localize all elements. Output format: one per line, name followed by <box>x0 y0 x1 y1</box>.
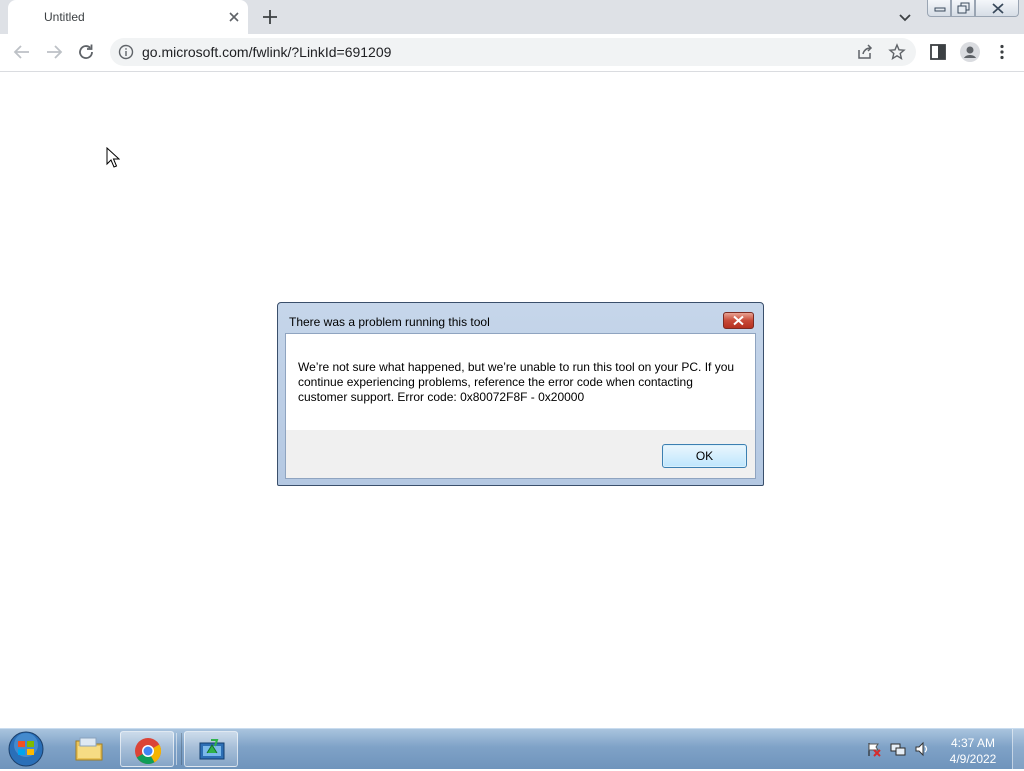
side-panel-icon[interactable] <box>926 40 950 64</box>
address-bar[interactable]: go.microsoft.com/fwlink/?LinkId=691209 <box>110 38 916 66</box>
chrome-taskbar-item[interactable] <box>120 731 174 767</box>
dialog-close-button[interactable] <box>723 312 754 329</box>
media-creation-tool-icon <box>199 739 225 760</box>
error-dialog: There was a problem running this tool We… <box>277 302 764 486</box>
clock-time: 4:37 AM <box>950 736 996 750</box>
ok-button[interactable]: OK <box>662 444 747 468</box>
taskbar: 4:37 AM 4/9/2022 <box>0 728 1024 769</box>
more-vertical-icon[interactable] <box>990 40 1014 64</box>
new-tab-plus-icon[interactable] <box>258 6 282 28</box>
tab-close-icon[interactable] <box>224 7 244 27</box>
share-icon[interactable] <box>856 43 874 61</box>
dialog-content-area: We’re not sure what happened, but we’re … <box>286 334 755 430</box>
file-explorer-icon <box>75 737 103 761</box>
browser-toolbar: go.microsoft.com/fwlink/?LinkId=691209 <box>0 34 1024 72</box>
window-close-button[interactable] <box>975 0 1019 17</box>
dialog-body: We’re not sure what happened, but we’re … <box>285 333 756 479</box>
tab-strip: Untitled <box>0 0 1024 34</box>
show-desktop-button[interactable] <box>1012 729 1024 769</box>
close-icon <box>733 315 744 326</box>
window-restore-button[interactable] <box>951 0 975 17</box>
mouse-cursor-icon <box>106 146 121 169</box>
url-text[interactable]: go.microsoft.com/fwlink/?LinkId=691209 <box>142 44 391 60</box>
error-message: We’re not sure what happened, but we’re … <box>298 360 735 404</box>
back-arrow-left-icon[interactable] <box>10 40 34 64</box>
site-info-icon[interactable] <box>118 44 134 60</box>
profile-icon[interactable] <box>958 40 982 64</box>
dialog-title: There was a problem running this tool <box>289 315 490 329</box>
system-clock[interactable]: 4:37 AM 4/9/2022 <box>940 735 1006 767</box>
tab-untitled[interactable]: Untitled <box>8 0 248 34</box>
bookmark-star-icon[interactable] <box>888 43 906 61</box>
action-center-flag-icon[interactable] <box>866 741 882 757</box>
file-explorer-taskbar-item[interactable] <box>62 731 116 767</box>
clock-date: 4/9/2022 <box>949 752 997 766</box>
taskbar-separator <box>176 733 182 765</box>
window-minimize-button[interactable] <box>927 0 951 17</box>
chrome-icon <box>135 738 162 765</box>
tab-title: Untitled <box>44 10 85 24</box>
forward-arrow-right-icon[interactable] <box>42 40 66 64</box>
reload-icon[interactable] <box>74 40 98 64</box>
tab-search-chevron-down-icon[interactable] <box>894 7 916 27</box>
windows-start-button[interactable] <box>6 730 46 768</box>
volume-icon[interactable] <box>914 741 930 757</box>
network-icon[interactable] <box>890 741 906 757</box>
media-creation-tool-taskbar-item[interactable] <box>184 731 238 767</box>
